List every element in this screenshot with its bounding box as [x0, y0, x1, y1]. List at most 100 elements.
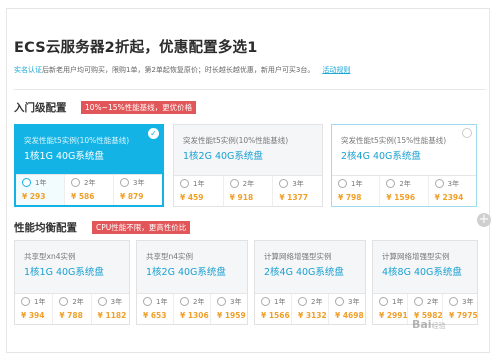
card-spec: 2核4G 40G系统盘: [264, 267, 344, 278]
price: ¥ 798: [338, 193, 362, 202]
radio-icon[interactable]: [414, 297, 423, 306]
term-options: 1年 ¥ 798 2年 ¥ 1596 3年 ¥ 2394: [332, 175, 476, 206]
term-option-1y[interactable]: 1年 ¥ 293: [16, 175, 65, 205]
radio-icon[interactable]: [434, 179, 444, 188]
notice-realname-link[interactable]: 实名认证: [14, 66, 42, 74]
term-option-2y[interactable]: 2年 ¥ 1306: [174, 294, 211, 324]
radio-icon[interactable]: [22, 178, 31, 187]
radio-icon[interactable]: [298, 297, 307, 306]
term-option-3y[interactable]: 3年 ¥ 1959: [211, 294, 247, 324]
card-spec: 2核4G 40G系统盘: [341, 151, 421, 162]
term-option-3y[interactable]: 3年 ¥ 4698: [329, 294, 365, 324]
term-option-3y[interactable]: 3年 ¥ 879: [114, 175, 162, 205]
price: ¥ 879: [120, 192, 144, 201]
card-subtitle: 突发性能t5实例(10%性能基线): [183, 136, 289, 145]
term-option-2y[interactable]: 2年 ¥ 586: [65, 175, 114, 205]
plan-card-t5-1c1g[interactable]: ✓ 突发性能t5实例(10%性能基线) 1核1G 40G系统盘 1年 ¥ 293 …: [14, 124, 164, 207]
term-options: 1年 ¥ 293 2年 ¥ 586 3年 ¥ 879: [16, 174, 162, 205]
term-option-3y[interactable]: 3年 ¥ 2394: [429, 176, 476, 206]
term-option-2y[interactable]: 2年 ¥ 918: [224, 176, 274, 206]
term-label: 3年: [292, 180, 304, 188]
radio-icon[interactable]: [180, 297, 189, 306]
radio-icon[interactable]: [21, 297, 30, 306]
term-label: 2年: [311, 298, 323, 306]
notice-line: 实名认证后新老用户均可购买，限购1单，第2单起恢复原价；时长越长越优惠，新用户可…: [14, 65, 350, 75]
baidu-watermark: Bai经验: [412, 318, 446, 331]
term-label: 3年: [348, 298, 360, 306]
radio-icon[interactable]: [335, 297, 344, 306]
radio-icon[interactable]: [338, 179, 347, 188]
card-subtitle: 计算网络增强型实例: [264, 252, 332, 261]
term-option-2y[interactable]: 2年 ¥ 1596: [380, 176, 429, 206]
price: ¥ 394: [21, 311, 45, 320]
watermark-brand: Bai: [412, 318, 432, 331]
radio-icon[interactable]: [59, 297, 69, 306]
radio-icon[interactable]: [279, 179, 289, 188]
radio-icon[interactable]: [71, 178, 80, 187]
term-label: 1年: [274, 298, 286, 306]
term-option-1y[interactable]: 1年 ¥ 798: [332, 176, 381, 206]
term-option-1y[interactable]: 1年 ¥ 653: [137, 294, 174, 324]
radio-icon[interactable]: [261, 297, 270, 306]
price: ¥ 1959: [217, 311, 246, 320]
term-label: 1年: [156, 298, 168, 306]
term-options: 1年 ¥ 459 2年 ¥ 918 3年 ¥ 1377: [174, 175, 322, 206]
plan-card-t5-2c4g[interactable]: 突发性能t5实例(15%性能基线) 2核4G 40G系统盘 1年 ¥ 798 2年…: [331, 124, 477, 207]
price: ¥ 1377: [279, 193, 309, 202]
check-icon: ✓: [148, 128, 159, 139]
price: ¥ 653: [143, 311, 167, 320]
plan-card-t5-1c2g[interactable]: 突发性能t5实例(10%性能基线) 1核2G 40G系统盘 1年 ¥ 459 2年…: [173, 124, 323, 207]
radio-icon[interactable]: [379, 297, 388, 306]
term-label: 1年: [193, 180, 205, 188]
price: ¥ 586: [71, 192, 95, 201]
radio-icon[interactable]: [217, 297, 226, 306]
card-subtitle: 计算网络增强型实例: [382, 252, 450, 261]
term-option-3y[interactable]: 3年 ¥ 7975: [443, 294, 478, 324]
card-spec: 1核2G 40G系统盘: [146, 267, 226, 278]
price: ¥ 3132: [298, 311, 327, 320]
radio-icon[interactable]: [449, 297, 458, 306]
term-label: 1年: [35, 179, 47, 187]
plus-icon[interactable]: +: [477, 213, 491, 227]
plan-card-n4-1c2g[interactable]: 共享型n4实例 1核2G 40G系统盘 1年 ¥ 653 2年 ¥ 1306 3年 ¥…: [136, 240, 248, 325]
radio-icon[interactable]: [180, 179, 189, 188]
section-tag-entry: 10%~15%性能基线，更优价格: [81, 101, 197, 114]
price: ¥ 2394: [434, 193, 464, 202]
term-option-2y[interactable]: 2年 ¥ 788: [53, 294, 92, 324]
radio-icon[interactable]: [229, 179, 239, 188]
plan-card-xn4-1c1g[interactable]: 共享型xn4实例 1核1G 40G系统盘 1年 ¥ 394 2年 ¥ 788 3年 ¥…: [14, 240, 130, 325]
term-option-3y[interactable]: 3年 ¥ 1182: [92, 294, 129, 324]
plan-card-network-2c4g[interactable]: 计算网络增强型实例 2核4G 40G系统盘 1年 ¥ 1566 2年 ¥ 3132 …: [254, 240, 366, 325]
notice-text: 后新老用户均可购买，限购1单，第2单起恢复原价；时长越长越优惠，新用户可买3台。: [42, 66, 315, 74]
term-label: 2年: [193, 298, 205, 306]
section-tag-balanced: CPU性能不限，更高性价比: [92, 221, 191, 234]
term-options: 1年 ¥ 394 2年 ¥ 788 3年 ¥ 1182: [15, 293, 129, 324]
term-label: 3年: [133, 179, 145, 187]
radio-icon[interactable]: [120, 178, 129, 187]
term-label: 2年: [84, 179, 96, 187]
card-subtitle: 突发性能t5实例(15%性能基线): [341, 136, 447, 145]
radio-icon[interactable]: [143, 297, 152, 306]
price: ¥ 7975: [449, 311, 478, 320]
price: ¥ 2991: [379, 311, 408, 320]
term-label: 3年: [230, 298, 242, 306]
term-option-1y[interactable]: 1年 ¥ 1566: [255, 294, 292, 324]
rules-link[interactable]: 活动规则: [322, 66, 350, 74]
price: ¥ 1306: [180, 311, 209, 320]
radio-icon[interactable]: [97, 297, 107, 306]
unselected-circle-icon: [462, 128, 472, 138]
term-option-3y[interactable]: 3年 ¥ 1377: [273, 176, 322, 206]
term-option-1y[interactable]: 1年 ¥ 459: [174, 176, 224, 206]
card-subtitle: 突发性能t5实例(10%性能基线): [24, 136, 130, 145]
term-option-1y[interactable]: 1年 ¥ 394: [15, 294, 54, 324]
card-subtitle: 共享型xn4实例: [24, 252, 76, 261]
radio-icon[interactable]: [386, 179, 396, 188]
plan-card-network-4c8g[interactable]: 计算网络增强型实例 4核8G 40G系统盘 1年 ¥ 2991 2年 ¥ 5982 …: [372, 240, 478, 325]
term-label: 3年: [447, 180, 460, 188]
price: ¥ 4698: [335, 311, 364, 320]
term-option-1y[interactable]: 1年 ¥ 2991: [373, 294, 408, 324]
price: ¥ 1182: [97, 311, 127, 320]
term-label: 2年: [72, 298, 84, 306]
term-option-2y[interactable]: 2年 ¥ 3132: [292, 294, 329, 324]
card-spec: 1核2G 40G系统盘: [183, 151, 263, 162]
